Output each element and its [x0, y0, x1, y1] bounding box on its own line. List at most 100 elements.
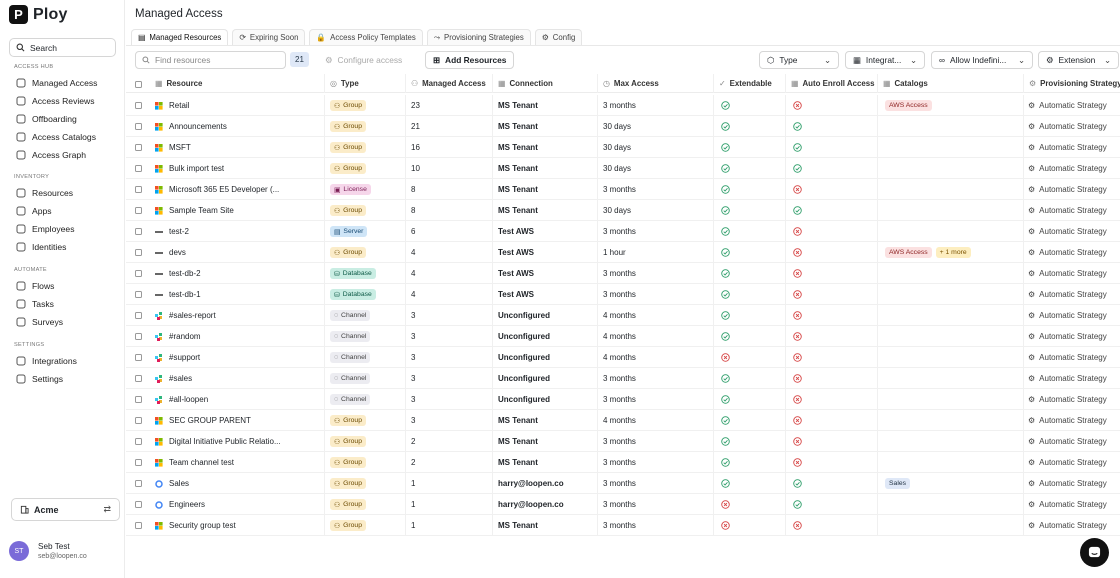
resource-cell[interactable]: #random: [155, 326, 201, 347]
catalog-tag[interactable]: Sales: [885, 478, 911, 489]
resource-cell[interactable]: devs: [155, 242, 186, 263]
resource-cell[interactable]: #sales: [155, 368, 192, 389]
resource-cell[interactable]: Retail: [155, 95, 189, 116]
row-checkbox[interactable]: [135, 452, 142, 473]
row-checkbox[interactable]: [135, 473, 142, 494]
resource-cell[interactable]: MSFT: [155, 137, 191, 158]
resource-cell[interactable]: Sales: [155, 473, 189, 494]
sidebar-item-employees[interactable]: Employees: [16, 224, 75, 234]
table-row[interactable]: Announcements ⚇ Group 21 MS Tenant 30 days ⚙ Au…: [126, 116, 1120, 137]
row-checkbox[interactable]: [135, 158, 142, 179]
catalog-tag[interactable]: AWS Access: [885, 247, 932, 258]
tab-config[interactable]: ⚙ Config: [534, 29, 583, 45]
column-header-catalogs[interactable]: ▦ Catalogs: [883, 79, 928, 88]
row-checkbox[interactable]: [135, 137, 142, 158]
row-checkbox[interactable]: [135, 494, 142, 515]
sidebar-item-surveys[interactable]: Surveys: [16, 317, 63, 327]
table-row[interactable]: Digital Initiative Public Relatio... ⚇ Gro…: [126, 431, 1120, 452]
find-resources-input[interactable]: Find resources: [135, 51, 286, 69]
table-row[interactable]: #random ◌ Channel 3 Unconfigured 4 months ⚙ Aut…: [126, 326, 1120, 347]
resource-cell[interactable]: Engineers: [155, 494, 205, 515]
table-row[interactable]: #all-loopen ◌ Channel 3 Unconfigured 3 months…: [126, 389, 1120, 410]
resource-cell[interactable]: #support: [155, 347, 200, 368]
tab-expiring-soon[interactable]: ⟳ Expiring Soon: [232, 29, 306, 45]
row-checkbox[interactable]: [135, 347, 142, 368]
table-row[interactable]: devs ⚇ Group 4 Test AWS 1 hour AWS Access + 1 m…: [126, 242, 1120, 263]
sidebar-item-resources[interactable]: Resources: [16, 188, 73, 198]
configure-access-button[interactable]: ⚙ Configure access: [318, 51, 410, 69]
sidebar-search-button[interactable]: Search: [9, 38, 116, 57]
row-checkbox[interactable]: [135, 368, 142, 389]
resource-cell[interactable]: test-db-2: [155, 263, 201, 284]
sidebar-item-identities[interactable]: Identities: [16, 242, 66, 252]
column-header-type[interactable]: ◎ Type: [330, 79, 359, 88]
table-row[interactable]: #sales ◌ Channel 3 Unconfigured 3 months ⚙ Auto…: [126, 368, 1120, 389]
table-row[interactable]: #support ◌ Channel 3 Unconfigured 4 months ⚙ Au…: [126, 347, 1120, 368]
row-checkbox[interactable]: [135, 431, 142, 452]
column-header-connection[interactable]: ▦ Connection: [498, 79, 553, 88]
table-row[interactable]: Bulk import test ⚇ Group 10 MS Tenant 30 days…: [126, 158, 1120, 179]
table-row[interactable]: Sample Team Site ⚇ Group 8 MS Tenant 30 days ⚙…: [126, 200, 1120, 221]
resource-cell[interactable]: test-db-1: [155, 284, 201, 305]
sidebar-item-flows[interactable]: Flows: [16, 281, 54, 291]
select-all-checkbox[interactable]: [135, 74, 142, 95]
row-checkbox[interactable]: [135, 95, 142, 116]
tab-managed-resources[interactable]: ▤ Managed Resources: [131, 29, 229, 45]
resource-cell[interactable]: Security group test: [155, 515, 236, 536]
row-checkbox[interactable]: [135, 305, 142, 326]
table-row[interactable]: MSFT ⚇ Group 16 MS Tenant 30 days ⚙ Automatic S…: [126, 137, 1120, 158]
app-logo[interactable]: P Ploy: [9, 5, 68, 24]
resource-cell[interactable]: Microsoft 365 E5 Developer (...: [155, 179, 279, 200]
table-row[interactable]: Sales ⚇ Group 1 harry@loopen.co 3 months Sales…: [126, 473, 1120, 494]
column-header-extendable[interactable]: ✓ Extendable: [719, 79, 772, 88]
row-checkbox[interactable]: [135, 179, 142, 200]
resource-cell[interactable]: Sample Team Site: [155, 200, 234, 221]
row-checkbox[interactable]: [135, 515, 142, 536]
row-checkbox[interactable]: [135, 284, 142, 305]
resource-cell[interactable]: SEC GROUP PARENT: [155, 410, 251, 431]
table-row[interactable]: Microsoft 365 E5 Developer (... ▣ License 8…: [126, 179, 1120, 200]
column-header-managed-access[interactable]: ⚇ Managed Access: [411, 79, 486, 88]
sidebar-item-apps[interactable]: Apps: [16, 206, 52, 216]
sidebar-item-access-catalogs[interactable]: Access Catalogs: [16, 132, 96, 142]
tab-provisioning-strategies[interactable]: ⤳ Provisioning Strategies: [426, 29, 531, 45]
resource-cell[interactable]: Bulk import test: [155, 158, 224, 179]
resource-cell[interactable]: #all-loopen: [155, 389, 208, 410]
sidebar-item-access-reviews[interactable]: Access Reviews: [16, 96, 95, 106]
table-row[interactable]: Team channel test ⚇ Group 2 MS Tenant 3 month…: [126, 452, 1120, 473]
catalog-tag[interactable]: AWS Access: [885, 100, 932, 111]
table-row[interactable]: SEC GROUP PARENT ⚇ Group 3 MS Tenant 4 months…: [126, 410, 1120, 431]
column-header-resource[interactable]: ▦ Resource: [155, 79, 202, 88]
row-checkbox[interactable]: [135, 116, 142, 137]
filter-type[interactable]: ⬡ Type ⌄: [759, 51, 839, 69]
row-checkbox[interactable]: [135, 326, 142, 347]
row-checkbox[interactable]: [135, 221, 142, 242]
sidebar-item-offboarding[interactable]: Offboarding: [16, 114, 77, 124]
sidebar-item-integrations[interactable]: Integrations: [16, 356, 77, 366]
sidebar-item-managed-access[interactable]: Managed Access: [16, 78, 97, 88]
resource-cell[interactable]: test-2: [155, 221, 189, 242]
table-row[interactable]: test-db-2 ⛁ Database 4 Test AWS 3 months ⚙ Auto…: [126, 263, 1120, 284]
resource-cell[interactable]: #sales-report: [155, 305, 216, 326]
resource-cell[interactable]: Team channel test: [155, 452, 234, 473]
add-resources-button[interactable]: ⊞ Add Resources: [425, 51, 515, 69]
catalog-tag[interactable]: + 1 more: [935, 247, 971, 258]
column-header-auto-enroll-access[interactable]: ▦ Auto Enroll Access: [791, 79, 875, 88]
filter-extension[interactable]: ⚙ Extension ⌄: [1038, 51, 1119, 69]
resource-cell[interactable]: Digital Initiative Public Relatio...: [155, 431, 281, 452]
row-checkbox[interactable]: [135, 263, 142, 284]
table-row[interactable]: test-2 ▤ Server 6 Test AWS 3 months ⚙ Automatic…: [126, 221, 1120, 242]
table-row[interactable]: test-db-1 ⛁ Database 4 Test AWS 3 months ⚙ Auto…: [126, 284, 1120, 305]
row-checkbox[interactable]: [135, 389, 142, 410]
org-switcher[interactable]: Acme ⇄: [11, 498, 120, 521]
column-header-provisioning-strategy[interactable]: ⚙ Provisioning Strategy: [1029, 79, 1120, 88]
table-row[interactable]: Retail ⚇ Group 23 MS Tenant 3 months AWS Acces…: [126, 95, 1120, 116]
filter-allow-indefinite[interactable]: ∞ Allow Indefini... ⌄: [931, 51, 1033, 69]
sidebar-item-tasks[interactable]: Tasks: [16, 299, 54, 309]
user-profile[interactable]: ST Seb Test seb@loopen.co: [9, 541, 87, 561]
tab-access-policy-templates[interactable]: 🔒 Access Policy Templates: [309, 29, 423, 45]
sidebar-item-settings[interactable]: Settings: [16, 374, 63, 384]
sidebar-item-access-graph[interactable]: Access Graph: [16, 150, 86, 160]
row-checkbox[interactable]: [135, 242, 142, 263]
table-row[interactable]: #sales-report ◌ Channel 3 Unconfigured 4 mont…: [126, 305, 1120, 326]
